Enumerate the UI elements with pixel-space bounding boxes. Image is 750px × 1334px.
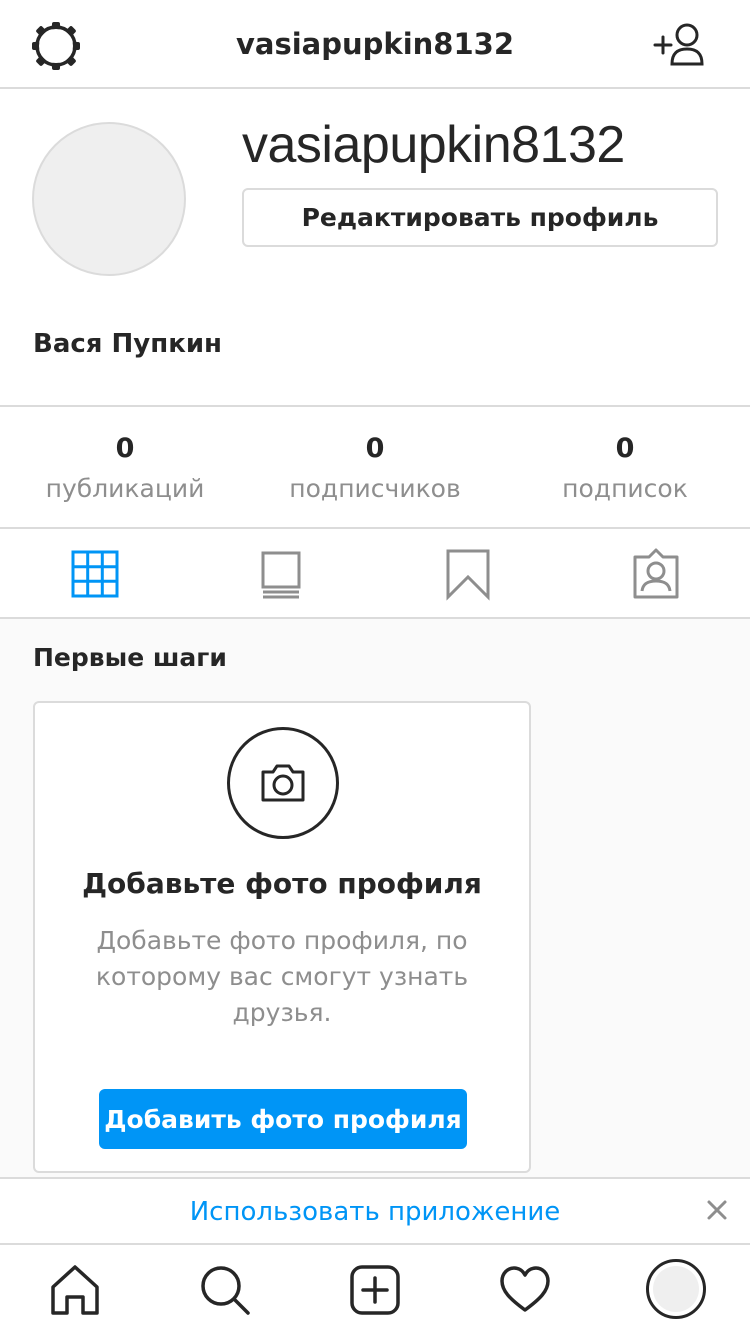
stat-posts-label: публикаций [45, 474, 205, 503]
new-post-icon[interactable] [348, 1263, 402, 1317]
bottom-navigation [0, 1245, 750, 1334]
search-icon[interactable] [198, 1263, 252, 1317]
use-app-banner: Использовать приложение [0, 1177, 750, 1245]
first-steps-section: Первые шаги Добавьте фото профиля Добавь… [0, 619, 750, 1179]
profile-tabs [0, 529, 750, 619]
add-profile-photo-button[interactable]: Добавить фото профиля [99, 1089, 467, 1149]
stat-following[interactable]: 0 подписок [500, 433, 750, 503]
stat-following-count: 0 [615, 433, 635, 464]
stats-bar: 0 публикаций 0 подписчиков 0 подписок [0, 407, 750, 529]
activity-icon[interactable] [498, 1263, 552, 1317]
profile-full-name: Вася Пупкин [33, 329, 223, 359]
tagged-icon[interactable] [629, 547, 683, 601]
bookmark-icon[interactable] [441, 547, 495, 601]
profile-avatar-image [653, 1266, 699, 1312]
feed-icon[interactable] [254, 547, 308, 601]
stat-followers-label: подписчиков [289, 474, 461, 503]
stat-followers[interactable]: 0 подписчиков [250, 433, 500, 503]
use-app-link[interactable]: Использовать приложение [0, 1197, 750, 1227]
profile-username: vasiapupkin8132 [242, 116, 625, 174]
header-title: vasiapupkin8132 [236, 27, 514, 61]
grid-icon[interactable] [68, 547, 122, 601]
add-photo-card: Добавьте фото профиля Добавьте фото проф… [33, 701, 531, 1173]
camera-icon [227, 727, 339, 839]
stat-posts: 0 публикаций [0, 433, 250, 503]
profile-section: vasiapupkin8132 Редактировать профиль Ва… [0, 89, 750, 407]
profile-avatar[interactable] [646, 1259, 706, 1319]
edit-profile-button[interactable]: Редактировать профиль [242, 188, 718, 247]
card-description: Добавьте фото профиля, по которому вас с… [95, 926, 469, 1027]
card-title: Добавьте фото профиля [82, 867, 482, 900]
stat-posts-count: 0 [115, 433, 135, 464]
close-icon[interactable] [702, 1195, 732, 1225]
avatar[interactable] [32, 122, 186, 276]
stat-following-label: подписок [562, 474, 688, 503]
stat-followers-count: 0 [365, 433, 385, 464]
section-title: Первые шаги [33, 643, 227, 672]
top-header: vasiapupkin8132 [0, 0, 750, 89]
add-user-icon[interactable] [652, 22, 706, 68]
home-icon[interactable] [48, 1263, 102, 1317]
